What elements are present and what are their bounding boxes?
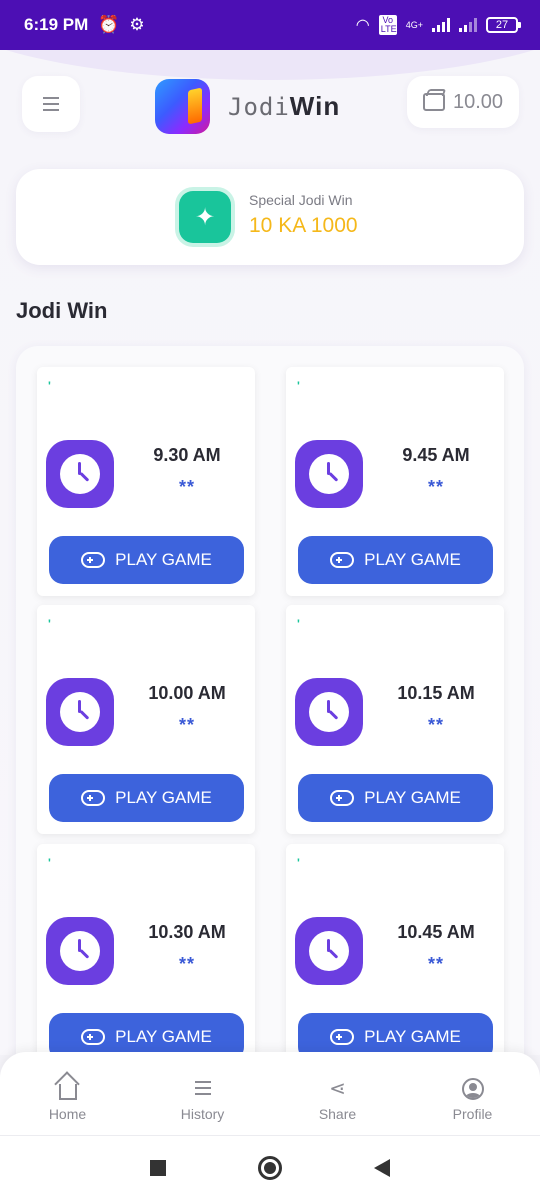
system-nav-bar (0, 1136, 540, 1200)
volte-badge: Vo LTE (378, 15, 397, 35)
game-card: ' 10.00 AM ** PLAY GAME (37, 605, 255, 834)
play-game-label: PLAY GAME (115, 788, 212, 807)
alarm-icon: ⏰ (98, 15, 120, 34)
history-icon (194, 1078, 211, 1100)
play-game-button[interactable]: PLAY GAME (49, 1013, 244, 1055)
back-icon[interactable] (374, 1159, 390, 1177)
play-game-label: PLAY GAME (364, 550, 461, 569)
game-card: ' 10.30 AM ** PLAY GAME (37, 844, 255, 1055)
app-logo (155, 79, 210, 134)
special-jodi-card[interactable]: ✦ Special Jodi Win 10 KA 1000 (16, 169, 524, 265)
game-card: ' 10.15 AM ** PLAY GAME (286, 605, 504, 834)
section-title: Jodi Win (16, 298, 108, 323)
nav-share[interactable]: ⋖ Share (270, 1052, 405, 1135)
wifi-icon: ◠ (355, 17, 370, 34)
clock-icon (295, 678, 363, 746)
app-content: JodiWin 10.00 ✦ Special Jodi Win 10 KA 1… (0, 50, 540, 1055)
status-right: ◠ Vo LTE 4G+ 27 (355, 15, 521, 35)
nav-profile[interactable]: Profile (405, 1052, 540, 1135)
home-icon (58, 1078, 77, 1100)
game-time: 10.15 AM (397, 683, 475, 703)
special-label: Special Jodi Win (249, 192, 353, 208)
status-time: 6:19 PM (24, 15, 89, 34)
play-game-label: PLAY GAME (115, 1027, 212, 1046)
game-time: 9.30 AM (153, 445, 221, 465)
play-game-button[interactable]: PLAY GAME (298, 536, 493, 584)
nav-label: History (180, 1106, 225, 1122)
status-tick-icon: ' (297, 617, 300, 631)
brand-part-1: Jodi (228, 93, 290, 121)
status-tick-icon: ' (297, 379, 300, 393)
play-game-button[interactable]: PLAY GAME (298, 774, 493, 822)
clock-icon (46, 678, 114, 746)
gamepad-icon (330, 552, 355, 568)
gamepad-icon (81, 790, 106, 806)
wallet-balance: 10.00 (452, 90, 504, 113)
game-card: ' 10.45 AM ** PLAY GAME (286, 844, 504, 1055)
play-game-label: PLAY GAME (364, 788, 461, 807)
signal-icon-2 (459, 18, 477, 32)
game-time: 10.00 AM (148, 683, 226, 703)
status-tick-icon: ' (48, 379, 51, 393)
gamepad-icon (81, 1029, 106, 1045)
nav-label: Share (318, 1106, 357, 1122)
game-result: ** (178, 477, 195, 497)
game-card: ' 9.45 AM ** PLAY GAME (286, 367, 504, 596)
play-game-button[interactable]: PLAY GAME (49, 536, 244, 584)
settings-icon: ⚙ (129, 15, 145, 34)
games-panel: ' 9.30 AM ** PLAY GAME ' 9.45 AM ** PLAY… (16, 346, 524, 1055)
status-tick-icon: ' (48, 856, 51, 870)
game-result: ** (427, 477, 444, 497)
status-tick-icon: ' (297, 856, 300, 870)
clock-icon (46, 440, 114, 508)
battery-icon: 27 (486, 17, 521, 33)
signal-icon (432, 18, 450, 32)
sparkle-icon: ✦ (179, 191, 231, 243)
nav-history[interactable]: History (135, 1052, 270, 1135)
clock-icon (46, 917, 114, 985)
gamepad-icon (330, 1029, 355, 1045)
game-time: 10.30 AM (148, 922, 226, 942)
game-result: ** (178, 954, 195, 974)
home-button-icon[interactable] (258, 1156, 282, 1180)
gamepad-icon (81, 552, 106, 568)
menu-line (43, 103, 59, 105)
brand-part-2: Win (289, 91, 341, 121)
wallet-button[interactable]: 10.00 (407, 76, 519, 128)
play-game-label: PLAY GAME (115, 550, 212, 569)
nav-label: Home (48, 1106, 87, 1122)
game-card: ' 9.30 AM ** PLAY GAME (37, 367, 255, 596)
wallet-icon (422, 93, 445, 111)
header: JodiWin 10.00 (0, 74, 540, 134)
nav-home[interactable]: Home (0, 1052, 135, 1135)
game-result: ** (427, 715, 444, 735)
play-game-label: PLAY GAME (364, 1027, 461, 1046)
clock-icon (295, 917, 363, 985)
recents-icon[interactable] (150, 1160, 166, 1176)
game-time: 10.45 AM (397, 922, 475, 942)
status-left: 6:19 PM ⏰ ⚙ (24, 15, 145, 35)
status-bar: 6:19 PM ⏰ ⚙ ◠ Vo LTE 4G+ 27 (0, 0, 540, 50)
clock-icon (295, 440, 363, 508)
network-type: 4G+ (405, 20, 423, 30)
menu-line (43, 97, 59, 99)
game-result: ** (178, 715, 195, 735)
special-value: 10 KA 1000 (249, 214, 358, 237)
brand-logo-area: JodiWin (155, 79, 340, 134)
game-result: ** (427, 954, 444, 974)
play-game-button[interactable]: PLAY GAME (298, 1013, 493, 1055)
status-tick-icon: ' (48, 617, 51, 631)
bottom-nav: Home History ⋖ Share Profile (0, 1052, 540, 1136)
profile-icon (461, 1078, 484, 1100)
menu-line (43, 109, 59, 111)
game-time: 9.45 AM (402, 445, 470, 465)
brand-name: JodiWin (228, 91, 340, 122)
share-icon: ⋖ (329, 1078, 346, 1100)
play-game-button[interactable]: PLAY GAME (49, 774, 244, 822)
nav-label: Profile (452, 1106, 493, 1122)
gamepad-icon (330, 790, 355, 806)
menu-button[interactable] (22, 76, 80, 132)
